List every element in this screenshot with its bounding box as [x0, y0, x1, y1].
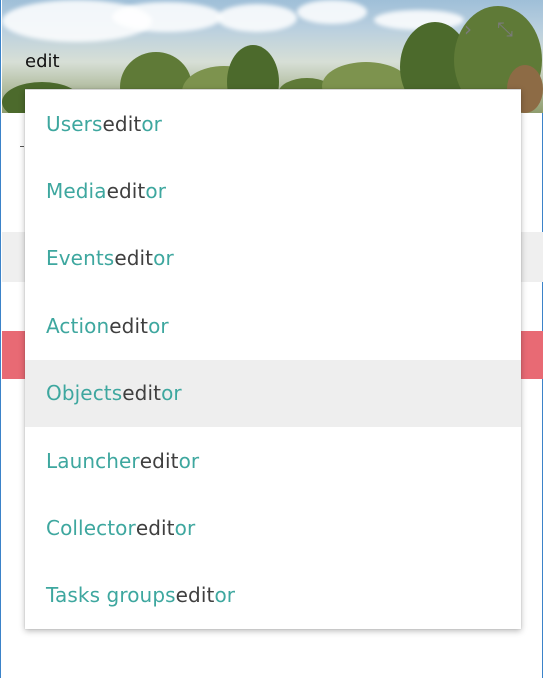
dropdown-item-objects-editor[interactable]: Objects edit or: [25, 359, 521, 427]
dropdown-item-suffix: or: [141, 111, 162, 136]
dropdown-item-suffix: or: [153, 246, 174, 271]
dropdown-item-suffix: or: [145, 179, 167, 204]
dropdown-item-match: edit: [135, 516, 175, 541]
dropdown-item-match: edit: [114, 246, 154, 271]
dropdown-item-match: edit: [139, 448, 179, 473]
app-window: › ⤡ Users edit or Media edit or Events e…: [0, 0, 543, 678]
dropdown-item-events-editor[interactable]: Events edit or: [25, 225, 521, 292]
dropdown-item-suffix: or: [148, 313, 169, 338]
dropdown-item-prefix: Launcher: [46, 448, 140, 473]
dropdown-item-prefix: Collector: [46, 516, 136, 541]
dropdown-item-launcher-editor[interactable]: Launcher edit or: [25, 427, 521, 494]
dropdown-item-suffix: or: [174, 516, 196, 541]
dropdown-item-prefix: Objects: [46, 381, 123, 406]
background-tick: [20, 146, 24, 147]
dropdown-item-collector-editor[interactable]: Collector edit or: [25, 494, 521, 561]
dropdown-item-match: edit: [102, 111, 142, 136]
dropdown-item-action-editor[interactable]: Action edit or: [25, 292, 521, 359]
dropdown-item-match: edit: [106, 179, 146, 204]
dropdown-item-match: edit: [175, 583, 215, 608]
dropdown-item-media-editor[interactable]: Media edit or: [25, 157, 521, 224]
autocomplete-dropdown: Users edit or Media edit or Events edit …: [25, 89, 521, 629]
collapse-arrows-icon[interactable]: ⤡: [490, 18, 520, 40]
dropdown-item-prefix: Action: [46, 313, 110, 338]
dropdown-item-prefix: Events: [46, 246, 115, 271]
chevron-right-icon[interactable]: ›: [459, 18, 477, 40]
dropdown-item-match: edit: [122, 381, 162, 406]
dropdown-item-match: edit: [109, 313, 149, 338]
dropdown-item-prefix: Media: [46, 179, 107, 204]
dropdown-item-suffix: or: [214, 583, 236, 608]
dropdown-item-tasks-groups-editor[interactable]: Tasks groups edit or: [25, 562, 521, 629]
dropdown-item-suffix: or: [161, 381, 182, 406]
dropdown-item-prefix: Users: [46, 111, 103, 136]
dropdown-item-prefix: Tasks groups: [46, 583, 176, 608]
dropdown-item-users-editor[interactable]: Users edit or: [25, 90, 521, 157]
search-input[interactable]: [25, 48, 325, 74]
dropdown-item-suffix: or: [178, 448, 200, 473]
